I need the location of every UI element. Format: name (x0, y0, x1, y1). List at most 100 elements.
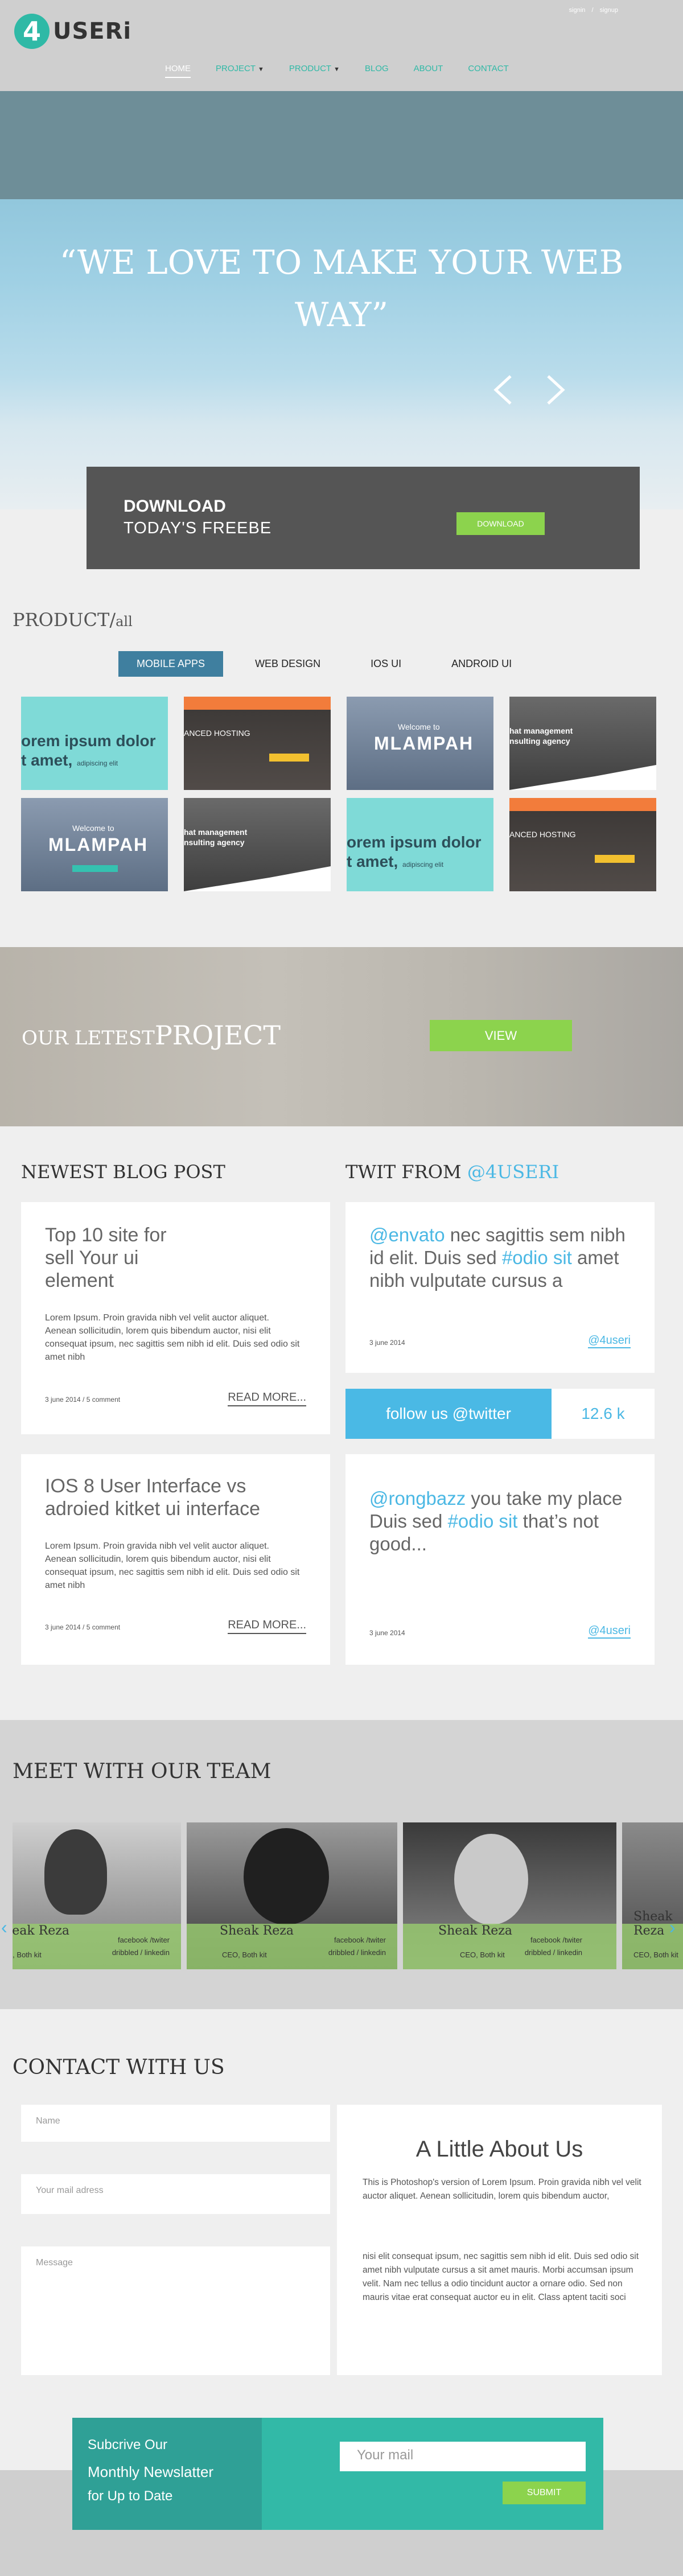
nav-project[interactable]: PROJECT ▼ (216, 64, 264, 78)
tweet-user-link[interactable]: @4useri (588, 1334, 631, 1348)
freebie-subtitle: TODAY'S FREEBE (124, 519, 272, 537)
product-thumb[interactable]: orem ipsum dolor t amet, adipiscing elit (21, 697, 168, 790)
nav-label: PRODUCT (289, 64, 332, 73)
thumb-title: nsulting agency (184, 838, 245, 847)
member-role: CEO, Both kit (633, 1950, 678, 1959)
nav-label: CONTACT (468, 64, 509, 73)
post-title[interactable]: Top 10 site for sell Your ui element (45, 1224, 182, 1292)
nav-product[interactable]: PRODUCT ▼ (289, 64, 340, 78)
project-title: OUR LETESTPROJECT (22, 1020, 281, 1051)
newsletter-line2: Monthly Newslatter (88, 2463, 214, 2480)
post-title[interactable]: IOS 8 User Interface vs adroied kitket u… (45, 1475, 312, 1520)
product-thumb[interactable]: ANCED HOSTING (509, 798, 656, 891)
member-social-2[interactable]: dribbled / linkedin (112, 1947, 170, 1959)
member-name: Sheak Reza (220, 1924, 294, 1938)
thumb-decor (184, 866, 331, 891)
download-button[interactable]: DOWNLOAD (456, 512, 545, 535)
logo[interactable]: 4 USERi (14, 11, 131, 51)
email-input[interactable]: Your mail adress (21, 2174, 330, 2214)
tweet-hashtag[interactable]: #odio sit (448, 1511, 518, 1532)
tweet-user-link[interactable]: @4useri (588, 1624, 631, 1639)
chevron-down-icon: ▼ (334, 66, 340, 73)
project-title-big: PROJECT (154, 1020, 281, 1051)
member-social-1[interactable]: facebook /twiter (328, 1934, 386, 1947)
thumb-button (269, 754, 309, 762)
read-more-link[interactable]: READ MORE... (228, 1619, 306, 1634)
member-social-1[interactable]: facebook /twiter (112, 1934, 170, 1947)
team-member-card[interactable]: Sheak Reza CEO, Both kit facebook /twite… (403, 1822, 616, 1969)
team-member-card[interactable]: Sheak Reza CEO, Both kit facebook /twite… (13, 1822, 181, 1969)
logo-text: USERi (53, 18, 132, 44)
thumb-title: MLAMPAH (48, 834, 149, 855)
submit-button[interactable]: SUBMIT (503, 2482, 586, 2504)
product-thumb[interactable]: orem ipsum dolor t amet, adipiscing elit (347, 798, 493, 891)
team-member-card[interactable]: Sheak Reza CEO, Both kit facebook /twite… (187, 1822, 397, 1969)
site-header: 4 USERi signin / signup HOME PROJECT ▼ PR… (0, 0, 683, 91)
name-input[interactable]: Name (21, 2105, 330, 2142)
product-thumb[interactable]: ANCED HOSTING (184, 697, 331, 790)
nav-blog[interactable]: BLOG (365, 64, 389, 78)
member-name: Sheak Reza (633, 1910, 673, 1938)
blog-post-card: IOS 8 User Interface vs adroied kitket u… (21, 1454, 330, 1665)
signin-link[interactable]: signin (569, 7, 586, 14)
tweet-date: 3 june 2014 (369, 1339, 405, 1347)
tab-ios-ui[interactable]: IOS UI (352, 651, 419, 677)
nav-home[interactable]: HOME (165, 64, 191, 78)
thumb-title: hat management (509, 726, 573, 735)
tweet-text: @envato nec sagittis sem nibh id elit. D… (369, 1224, 637, 1292)
thumb-title: ANCED HOSTING (509, 830, 576, 839)
tab-web-design[interactable]: WEB DESIGN (237, 651, 339, 677)
member-social: facebook /twiter dribbled / linkedin (525, 1934, 582, 1959)
nav-label: ABOUT (413, 64, 443, 73)
newsletter-box: Subcrive Our Monthly Newslatter for Up t… (72, 2418, 603, 2530)
member-social: facebook /twiter dribbled / linkedin (112, 1934, 170, 1959)
member-photo (44, 1829, 107, 1915)
tab-mobile-apps[interactable]: MOBILE APPS (118, 651, 224, 677)
product-title: PRODUCT/all (13, 609, 133, 631)
product-thumb[interactable]: Welcome to MLAMPAH (347, 697, 493, 790)
blog-section-title: NEWEST BLOG POST (21, 1161, 225, 1183)
member-role: CEO, Both kit (460, 1950, 505, 1959)
nav-label: BLOG (364, 64, 389, 73)
tab-android-ui[interactable]: ANDROID UI (433, 651, 530, 677)
newsletter-email-input[interactable]: Your mail (340, 2442, 586, 2471)
follow-twitter-button[interactable]: follow us @twitter (345, 1389, 552, 1439)
freebie-title: DOWNLOAD (124, 497, 226, 516)
tweet-hashtag[interactable]: #odio sit (502, 1247, 572, 1268)
post-date: 3 june 2014 / 5 comment (45, 1396, 121, 1404)
hero-quote: “WE LOVE TO MAKE YOUR WEB WAY” (23, 236, 660, 341)
view-button[interactable]: VIEW (430, 1020, 572, 1051)
member-photo (244, 1828, 329, 1925)
team-prev-icon[interactable]: ‹ (1, 1917, 7, 1938)
tweet-card: @envato nec sagittis sem nibh id elit. D… (345, 1202, 655, 1373)
chevron-down-icon: ▼ (258, 66, 264, 73)
slider-next-icon[interactable] (538, 373, 572, 407)
member-social-1[interactable]: facebook /twiter (525, 1934, 582, 1947)
page: 4 USERi signin / signup HOME PROJECT ▼ PR… (0, 0, 683, 2576)
message-textarea[interactable]: Message (21, 2246, 330, 2375)
thumb-title: orem ipsum dolor (21, 732, 156, 750)
nav-about[interactable]: ABOUT (414, 64, 443, 78)
hero-top-band (0, 91, 683, 199)
nav-contact[interactable]: CONTACT (468, 64, 508, 78)
member-social-2[interactable]: dribbled / linkedin (525, 1947, 582, 1959)
read-more-link[interactable]: READ MORE... (228, 1391, 306, 1406)
member-social-2[interactable]: dribbled / linkedin (328, 1947, 386, 1959)
team-next-icon[interactable]: › (669, 1917, 676, 1938)
member-name: Sheak Reza (438, 1924, 512, 1938)
newsletter-line3: for Up to Date (88, 2488, 173, 2504)
product-thumb[interactable]: Welcome to MLAMPAH (21, 798, 168, 891)
thumb-small: adipiscing elit (77, 759, 118, 767)
tweet-handle[interactable]: @rongbazz (369, 1488, 466, 1509)
member-role: CEO, Both kit (222, 1950, 267, 1959)
team-member-card[interactable]: Sheak Reza CEO, Both kit (622, 1822, 683, 1969)
product-thumb[interactable]: hat management nsulting agency (184, 798, 331, 891)
tweet-handle[interactable]: @envato (369, 1224, 445, 1245)
thumb-title-part: t amet, (21, 751, 73, 769)
logo-mark: 4 (14, 14, 50, 49)
product-thumb[interactable]: hat management nsulting agency (509, 697, 656, 790)
slider-prev-icon[interactable] (487, 373, 521, 407)
tweet-date: 3 june 2014 (369, 1629, 405, 1637)
twit-title-prefix: TWIT FROM (345, 1161, 467, 1183)
signup-link[interactable]: signup (600, 7, 618, 14)
